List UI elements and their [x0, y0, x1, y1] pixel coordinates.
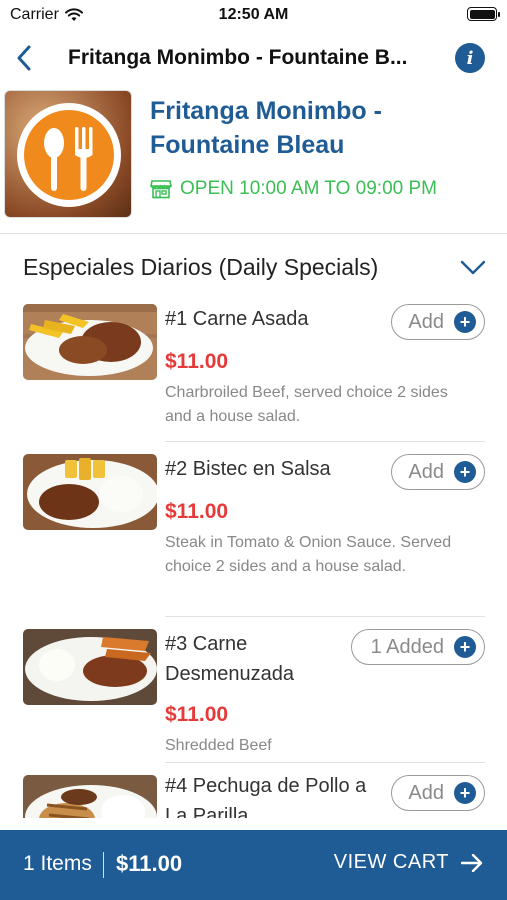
menu-item-title: #1 Carne Asada [165, 308, 309, 330]
menu-item-description: Charbroiled Beef, served choice 2 sides … [165, 384, 448, 425]
hours-text: OPEN 10:00 AM TO 09:00 PM [180, 178, 437, 199]
arrow-right-icon [461, 853, 483, 872]
info-icon: i [466, 47, 474, 69]
menu-item-image [23, 454, 157, 530]
add-item-button[interactable]: Add + [391, 454, 485, 490]
menu-item-price: $11.00 [165, 500, 229, 523]
category-header[interactable]: Especiales Diarios (Daily Specials) [0, 248, 507, 288]
info-button[interactable]: i [455, 43, 485, 73]
back-button[interactable] [8, 42, 40, 74]
add-button-label: Add [408, 781, 444, 804]
menu-item[interactable]: #1 Carne Asada $11.00 Charbroiled Beef, … [0, 296, 507, 442]
menu-item-image [23, 629, 157, 705]
menu-item-price: $11.00 [165, 350, 229, 373]
menu-item-title: #4 Pechuga de Pollo a La Parilla [165, 775, 367, 818]
add-item-button[interactable]: Add + [391, 304, 485, 340]
plus-icon: + [454, 636, 476, 658]
cart-divider [103, 852, 104, 878]
restaurant-header: Fritanga Monimbo - Fountaine Bleau OPEN … [0, 88, 507, 233]
status-time: 12:50 AM [218, 6, 289, 23]
menu-item-price: $11.00 [165, 703, 229, 726]
add-button-label: Add [408, 310, 444, 333]
cart-item-count: 1 Items [23, 852, 92, 875]
battery-icon [467, 7, 500, 21]
view-cart-button[interactable]: VIEW CART [334, 851, 483, 874]
add-button-label: 1 Added [370, 635, 444, 658]
add-item-button[interactable]: Add + [391, 775, 485, 811]
chevron-down-icon[interactable] [459, 256, 487, 278]
restaurant-hours: OPEN 10:00 AM TO 09:00 PM [150, 178, 437, 200]
add-button-label: Add [408, 460, 444, 483]
restaurant-name: Fritanga Monimbo - Fountaine Bleau [150, 97, 382, 159]
menu-item-image [23, 304, 157, 380]
menu-item-image [23, 775, 157, 818]
navigation-bar: Fritanga Monimbo - Fountaine B... i [0, 36, 507, 80]
plus-icon: + [454, 782, 476, 804]
fork-spoon-icon [17, 103, 121, 207]
menu-item[interactable]: #2 Bistec en Salsa $11.00 Steak in Tomat… [0, 442, 507, 617]
plus-icon: + [454, 311, 476, 333]
menu-item-title: #2 Bistec en Salsa [165, 458, 331, 480]
menu-item-description: Steak in Tomato & Onion Sauce. Served ch… [165, 534, 452, 575]
restaurant-logo [4, 90, 132, 218]
add-item-button[interactable]: 1 Added + [351, 629, 485, 665]
plus-icon: + [454, 461, 476, 483]
menu-item[interactable]: #3 Carne Desmenuzada $11.00 Shredded Bee… [0, 617, 507, 763]
view-cart-label: VIEW CART [333, 851, 449, 873]
status-bar: Carrier 12:50 AM [0, 0, 507, 30]
cart-total: $11.00 [116, 851, 183, 876]
cart-bar[interactable]: 1 Items $11.00 VIEW CART [0, 830, 507, 900]
nav-title: Fritanga Monimbo - Fountaine B... [68, 46, 408, 69]
menu-item-description: Shredded Beef [165, 737, 272, 754]
menu-item-list[interactable]: #1 Carne Asada $11.00 Charbroiled Beef, … [0, 296, 507, 818]
chevron-left-icon [17, 45, 31, 71]
menu-item[interactable]: #4 Pechuga de Pollo a La Parilla Add + [0, 763, 507, 818]
category-title: Especiales Diarios (Daily Specials) [23, 254, 379, 280]
store-icon [150, 180, 172, 199]
header-divider [0, 233, 507, 234]
menu-item-title: #3 Carne Desmenuzada [165, 633, 294, 685]
